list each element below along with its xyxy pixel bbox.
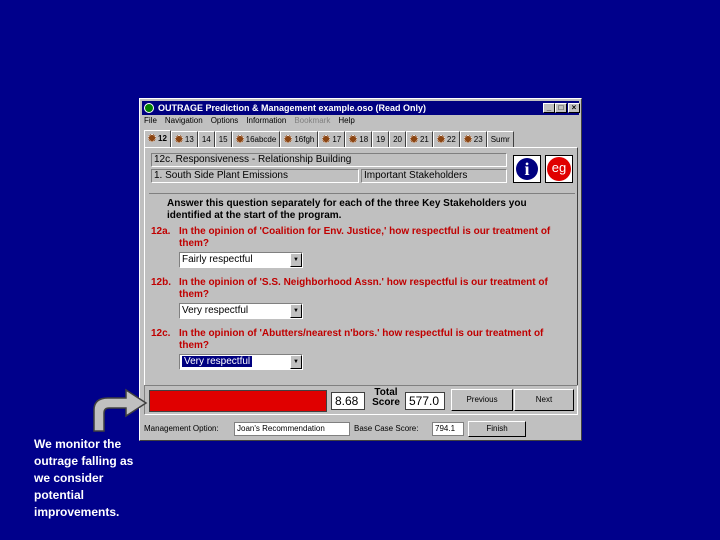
question-number: 12b. — [151, 277, 172, 288]
answer-value: Very respectful — [182, 305, 249, 316]
info-icon: i — [516, 158, 538, 180]
curved-arrow-icon — [93, 388, 148, 432]
menu-file[interactable]: File — [144, 116, 157, 128]
tab-16abcde[interactable]: 16abcde — [231, 131, 281, 147]
answer-value: Very respectful — [182, 356, 253, 367]
score-bar: 8.68 Total Score 577.0 Previous Next — [144, 385, 578, 415]
question-text: In the opinion of 'S.S. Neighborhood Ass… — [179, 277, 548, 300]
app-window: OUTRAGE Prediction & Management example.… — [139, 98, 582, 441]
total-score-label: Total Score — [372, 387, 400, 408]
dropdown-arrow-icon[interactable]: ▼ — [290, 355, 302, 369]
tab-strip: 12 13 14 15 16abcde 16fgh 17 18 19 20 21 22 23 Sumr — [144, 130, 581, 147]
menu-help[interactable]: Help — [338, 116, 354, 128]
tab-label: 19 — [376, 135, 386, 144]
tab-16fgh[interactable]: 16fgh — [280, 131, 319, 147]
total-score: 577.0 — [405, 392, 445, 410]
status-bar: Management Option: Joan's Recommendation… — [142, 420, 579, 438]
question-icon — [235, 135, 244, 143]
base-case-label: Base Case Score: — [354, 424, 419, 433]
tab-label: 13 — [184, 135, 194, 144]
tab-label: 20 — [393, 135, 402, 144]
question-icon — [322, 135, 331, 143]
answer-dropdown-12a[interactable]: Fairly respectful ▼ — [179, 252, 303, 268]
tab-label: 21 — [419, 135, 429, 144]
menu-navigation[interactable]: Navigation — [165, 116, 203, 128]
question-icon — [174, 135, 183, 143]
close-button[interactable]: × — [568, 103, 580, 113]
eg-icon: eg — [547, 157, 571, 181]
outrage-meter-fill — [150, 391, 326, 411]
previous-button[interactable]: Previous — [451, 389, 513, 411]
tab-label: 14 — [201, 135, 211, 144]
menu-options[interactable]: Options — [211, 116, 239, 128]
question-icon — [463, 135, 472, 143]
tab-label: Sumr — [490, 135, 510, 144]
question-icon — [349, 135, 358, 143]
question-text: In the opinion of 'Abutters/nearest n'bo… — [179, 328, 544, 351]
outrage-meter — [149, 390, 327, 412]
tab-20[interactable]: 20 — [389, 131, 406, 147]
management-option-label: Management Option: — [144, 424, 219, 433]
app-icon — [144, 103, 154, 113]
answer-value: Fairly respectful — [182, 254, 253, 265]
management-option-field[interactable]: Joan's Recommendation — [234, 422, 350, 436]
question-icon — [436, 135, 445, 143]
tab-15[interactable]: 15 — [214, 131, 232, 147]
question-number: 12a. — [151, 226, 171, 237]
menu-bar: File Navigation Options Information Book… — [144, 116, 363, 128]
question-panel: 12c. Responsiveness - Relationship Build… — [144, 147, 578, 386]
tab-label: 23 — [473, 135, 483, 144]
title-bar[interactable]: OUTRAGE Prediction & Management example.… — [142, 101, 580, 115]
next-button[interactable]: Next — [514, 389, 574, 411]
finish-button[interactable]: Finish — [468, 421, 526, 437]
menu-bookmark: Bookmark — [294, 116, 331, 125]
question-text: In the opinion of 'Coalition for Env. Ju… — [179, 226, 551, 249]
tab-18[interactable]: 18 — [345, 131, 373, 147]
info-button[interactable]: i — [513, 155, 541, 183]
instructions: Answer this question separately for each… — [167, 198, 527, 221]
stakeholders-field[interactable]: Important Stakeholders — [361, 169, 507, 183]
slide-caption: We monitor the outrage falling as we con… — [34, 437, 134, 519]
tab-13[interactable]: 13 — [170, 131, 198, 147]
base-case-score: 794.1 — [432, 422, 464, 436]
tab-21[interactable]: 21 — [405, 131, 433, 147]
window-title: OUTRAGE Prediction & Management example.… — [158, 103, 427, 113]
tab-23[interactable]: 23 — [459, 131, 487, 147]
tab-label: 22 — [446, 135, 456, 144]
tab-17[interactable]: 17 — [318, 131, 346, 147]
tab-label: 17 — [332, 135, 342, 144]
question-number: 12c. — [151, 328, 171, 339]
menu-information[interactable]: Information — [246, 116, 286, 128]
minimize-button[interactable]: _ — [543, 103, 555, 113]
question-area: Answer this question separately for each… — [149, 193, 575, 379]
tab-12[interactable]: 12 — [144, 130, 171, 147]
tab-label: 15 — [218, 135, 228, 144]
question-icon — [284, 135, 293, 143]
tab-sumr[interactable]: Sumr — [486, 131, 514, 147]
tab-label: 16abcde — [245, 135, 277, 144]
section-title: 12c. Responsiveness - Relationship Build… — [151, 153, 507, 167]
maximize-button[interactable]: □ — [555, 103, 567, 113]
tab-19[interactable]: 19 — [372, 131, 390, 147]
tab-14[interactable]: 14 — [197, 131, 215, 147]
tab-label: 12 — [158, 134, 167, 143]
answer-dropdown-12b[interactable]: Very respectful ▼ — [179, 303, 303, 319]
issue-field: 1. South Side Plant Emissions — [151, 169, 359, 183]
example-button[interactable]: eg — [545, 155, 573, 183]
tab-22[interactable]: 22 — [432, 131, 460, 147]
dropdown-arrow-icon[interactable]: ▼ — [290, 304, 302, 318]
tab-label: 18 — [359, 135, 369, 144]
question-icon — [148, 134, 156, 142]
tab-label: 16fgh — [294, 135, 315, 144]
question-icon — [409, 135, 418, 143]
question-score: 8.68 — [331, 392, 365, 410]
answer-dropdown-12c[interactable]: Very respectful ▼ — [179, 354, 303, 370]
dropdown-arrow-icon[interactable]: ▼ — [290, 253, 302, 267]
